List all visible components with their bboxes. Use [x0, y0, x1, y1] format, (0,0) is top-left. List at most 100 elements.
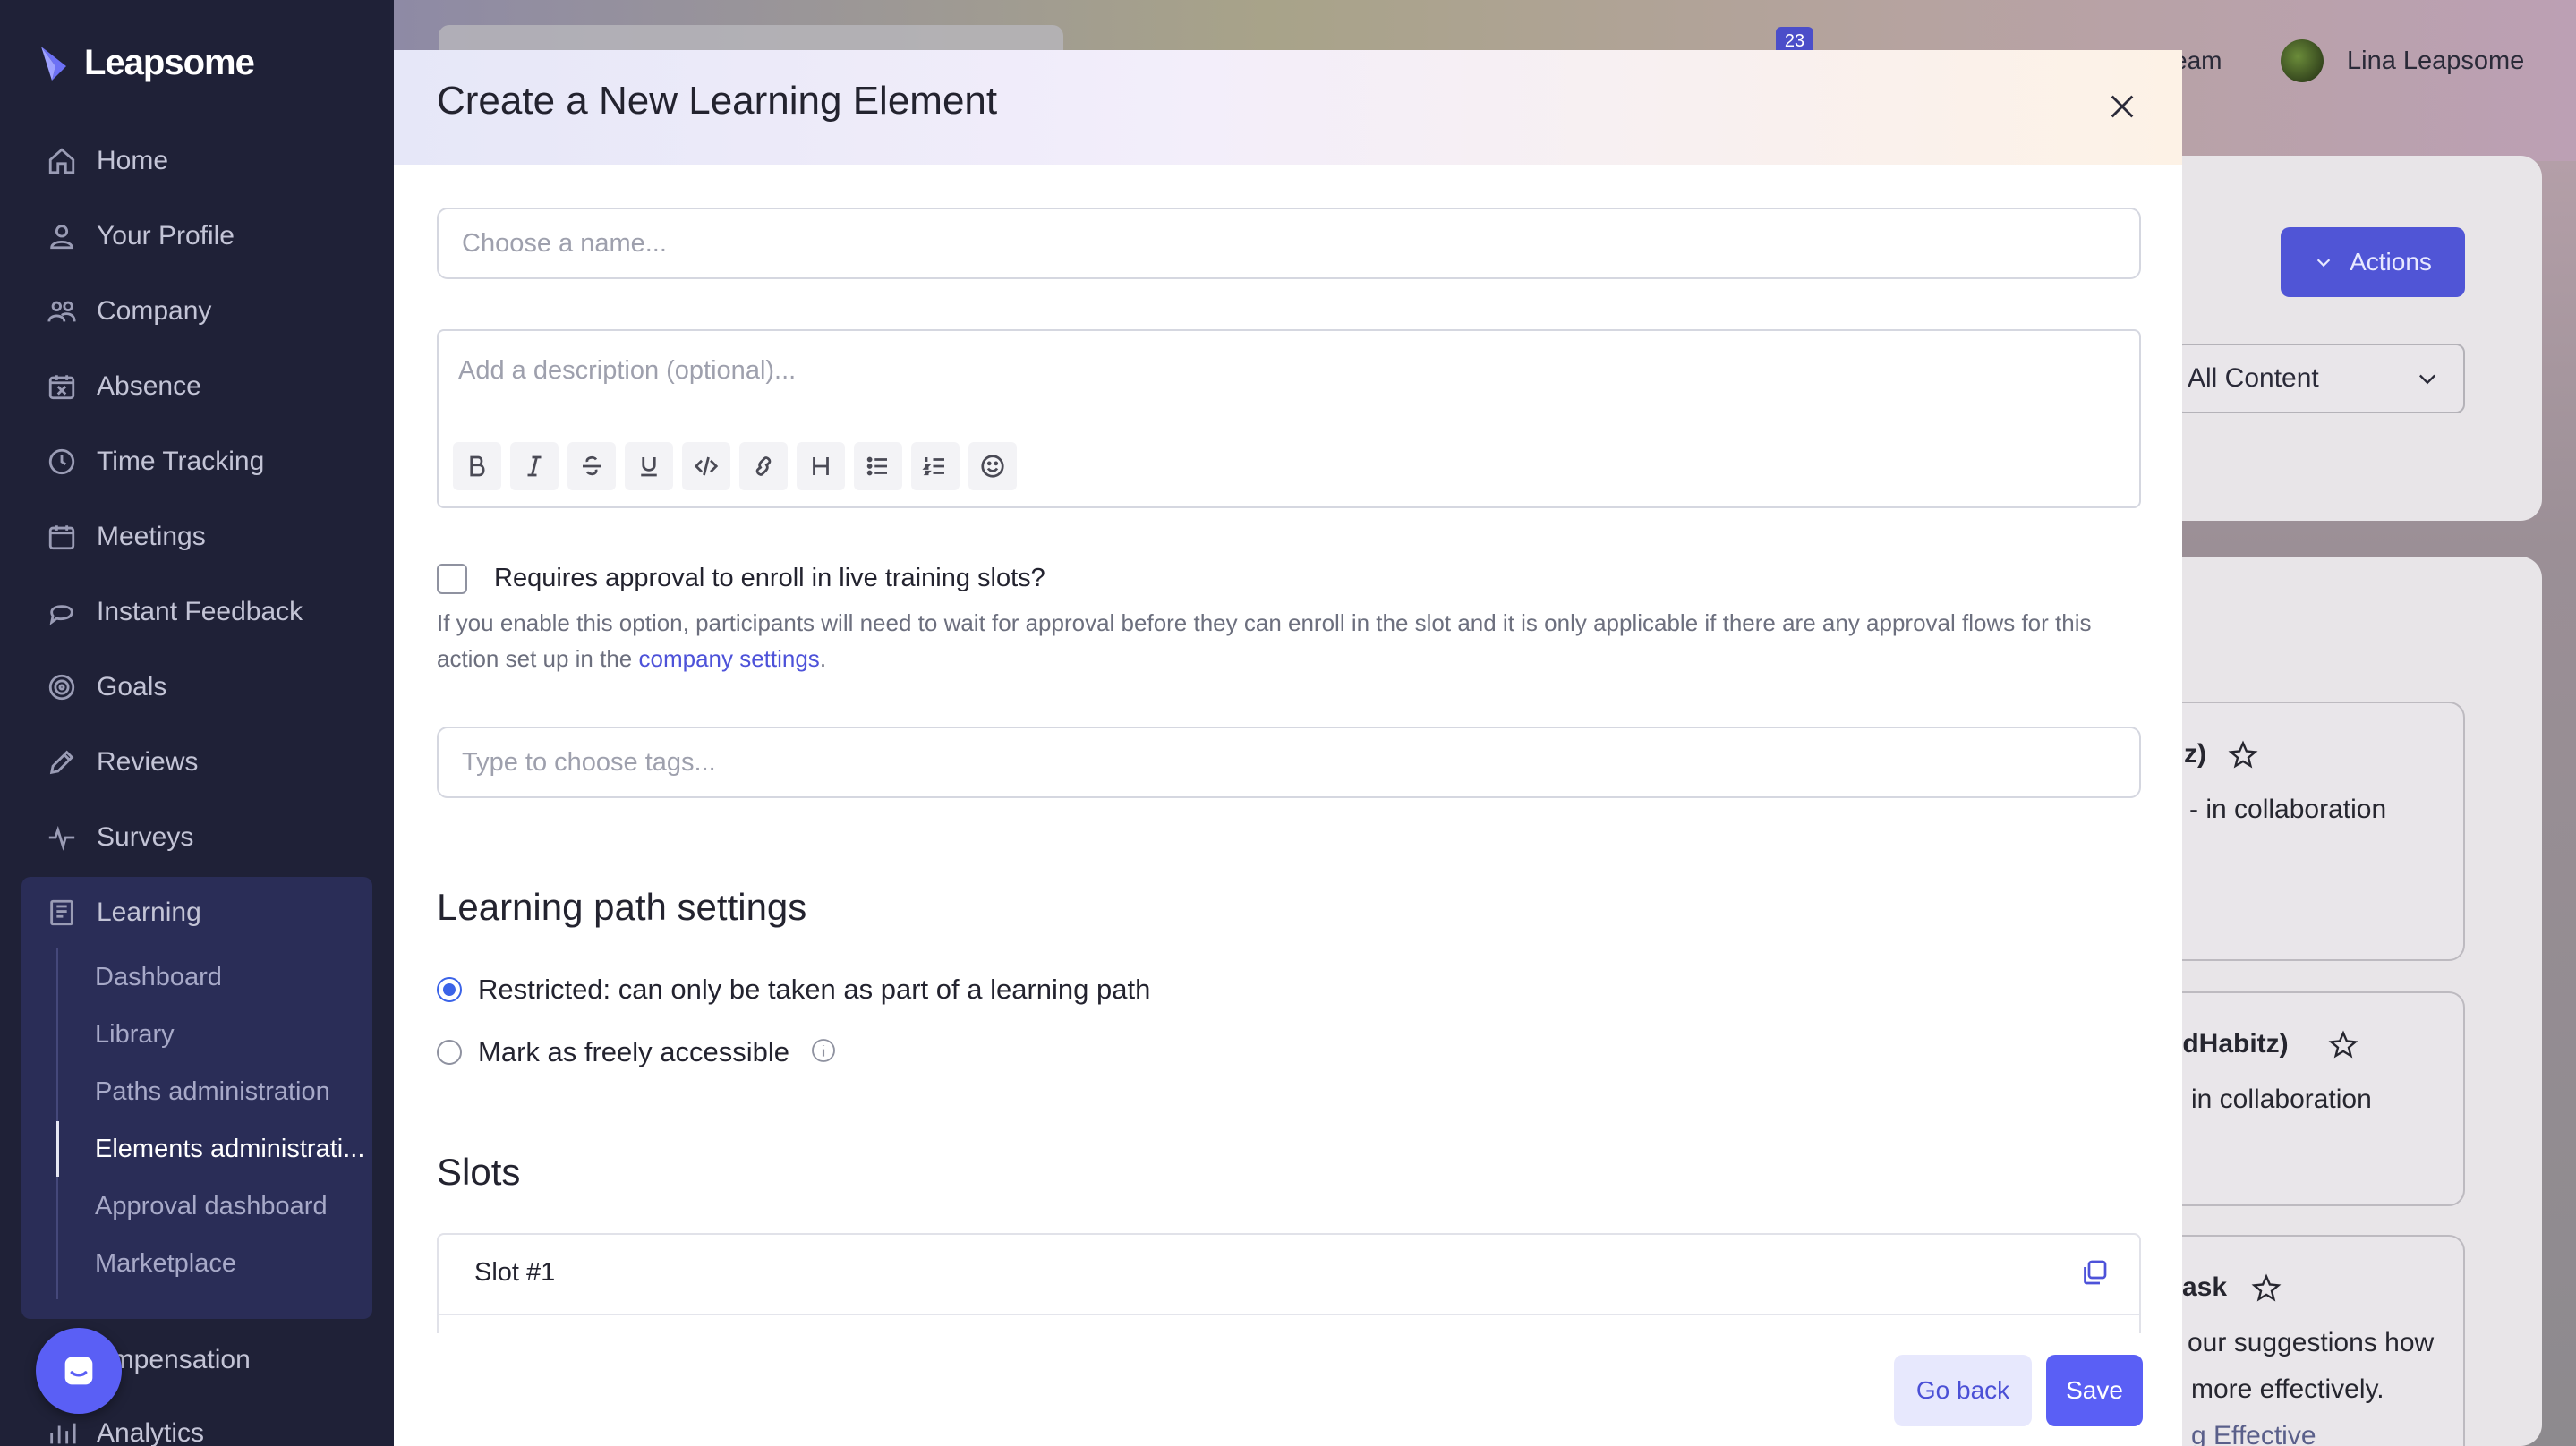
chart-icon — [50, 1423, 76, 1444]
description-editor[interactable]: Add a description (optional)... — [437, 329, 2141, 508]
avatar[interactable] — [2281, 39, 2324, 82]
slots-title: Slots — [437, 1151, 521, 1193]
company-settings-link[interactable]: company settings — [638, 645, 819, 672]
requires-approval-help: If you enable this option, participants … — [437, 605, 2146, 676]
tags-input-placeholder: Type to choose tags... — [462, 747, 716, 777]
link-icon — [755, 456, 772, 476]
sidebar-item-time-tracking[interactable]: Time Tracking — [47, 435, 264, 489]
sidebar-item-company[interactable]: Company — [47, 285, 211, 338]
slot-divider — [439, 1314, 2139, 1315]
content-filter-value: All Content — [2188, 363, 2319, 393]
modal-footer: Go back Save — [394, 1333, 2182, 1446]
freely-accessible-radio[interactable] — [437, 1040, 462, 1065]
freely-accessible-radio-label[interactable]: Mark as freely accessible — [478, 1036, 789, 1068]
list-item-subtitle: in collaboration — [2191, 1084, 2372, 1114]
chat-icon — [49, 605, 73, 625]
numbered-list-button[interactable] — [911, 442, 960, 490]
sidebar-item-label: Meetings — [97, 522, 206, 551]
sidebar: Leapsome Home Your Profile Company Absen… — [0, 0, 394, 1446]
sidebar-subitem-marketplace[interactable]: Marketplace — [95, 1241, 236, 1286]
strikethrough-button[interactable] — [567, 442, 616, 490]
list-item-link: g Effective — [2191, 1421, 2316, 1446]
copy-icon[interactable] — [2078, 1256, 2111, 1289]
actions-label: Actions — [2350, 248, 2432, 276]
code-button[interactable] — [682, 442, 730, 490]
modal-title: Create a New Learning Element — [437, 79, 998, 123]
user-name[interactable]: Lina Leapsome — [2347, 47, 2524, 76]
calendar-x-icon — [48, 375, 75, 400]
create-learning-element-modal: Create a New Learning Element Choose a n… — [394, 50, 2182, 1446]
clock-icon — [48, 448, 75, 475]
sidebar-item-label: Surveys — [97, 822, 194, 852]
sidebar-item-label: Company — [97, 296, 212, 326]
calendar-icon — [48, 525, 75, 550]
restricted-radio-label[interactable]: Restricted: can only be taken as part of… — [478, 974, 1150, 1006]
slot-title: Slot #1 — [474, 1258, 556, 1287]
list-item-title: ask — [2182, 1272, 2228, 1302]
close-button[interactable] — [2100, 84, 2145, 129]
app-name: Leapsome — [84, 43, 255, 82]
list-item-subtitle: - in collaboration — [2189, 795, 2387, 824]
star-icon[interactable] — [2250, 1272, 2282, 1305]
restricted-radio[interactable] — [437, 977, 462, 1002]
link-button[interactable] — [739, 442, 788, 490]
chat-widget-icon — [64, 1357, 93, 1385]
underline-icon — [641, 457, 657, 477]
sidebar-item-learning[interactable]: Learning — [47, 886, 201, 940]
sidebar-item-label: Goals — [97, 672, 167, 702]
requires-approval-label: Requires approval to enroll in live trai… — [494, 564, 1045, 592]
bullet-list-button[interactable] — [854, 442, 902, 490]
sidebar-item-goals[interactable]: Goals — [47, 660, 166, 714]
requires-approval-checkbox[interactable] — [437, 564, 467, 594]
sidebar-subitem-paths-administration[interactable]: Paths administration — [95, 1069, 330, 1114]
sidebar-subitem-elements-administration[interactable]: Elements administrati... — [95, 1127, 364, 1171]
sidebar-item-label: Analytics — [97, 1418, 205, 1446]
user-icon — [50, 225, 73, 250]
sidebar-item-label: Time Tracking — [97, 447, 265, 476]
underline-button[interactable] — [625, 442, 673, 490]
list-item[interactable] — [2166, 702, 2465, 961]
chevron-down-icon — [2316, 259, 2331, 268]
name-input[interactable]: Choose a name... — [437, 208, 2141, 279]
star-icon[interactable] — [2227, 739, 2259, 771]
sidebar-item-absence[interactable]: Absence — [47, 360, 201, 413]
star-icon[interactable] — [2327, 1029, 2359, 1061]
list-item-subtitle: our suggestions how — [2188, 1328, 2435, 1357]
go-back-button[interactable]: Go back — [1894, 1355, 2032, 1426]
sidebar-item-label: Reviews — [97, 747, 199, 777]
bold-button[interactable] — [453, 442, 501, 490]
italic-icon — [527, 455, 542, 477]
sidebar-item-meetings[interactable]: Meetings — [47, 510, 206, 564]
home-icon — [48, 148, 75, 174]
editor-toolbar — [453, 442, 1017, 490]
sidebar-item-surveys[interactable]: Surveys — [47, 811, 193, 864]
name-input-placeholder: Choose a name... — [462, 228, 667, 258]
list-item-title: z) — [2184, 739, 2206, 769]
support-chat-button[interactable] — [36, 1328, 122, 1414]
sidebar-item-home[interactable]: Home — [47, 134, 168, 188]
sidebar-subitem-dashboard[interactable]: Dashboard — [95, 955, 222, 999]
book-icon — [50, 899, 73, 926]
emoji-button[interactable] — [968, 442, 1017, 490]
content-filter-select[interactable]: All Content — [2175, 344, 2465, 413]
leapsome-logo[interactable]: Leapsome — [39, 43, 255, 83]
italic-button[interactable] — [510, 442, 559, 490]
code-icon — [694, 456, 719, 476]
numbered-list-icon — [922, 457, 944, 476]
sidebar-subitem-approval-dashboard[interactable]: Approval dashboard — [95, 1184, 328, 1229]
sidebar-item-instant-feedback[interactable]: Instant Feedback — [47, 585, 303, 639]
sidebar-subitem-library[interactable]: Library — [95, 1012, 175, 1057]
save-button[interactable]: Save — [2046, 1355, 2143, 1426]
close-icon — [2111, 95, 2134, 118]
info-icon[interactable] — [809, 1036, 838, 1065]
leapsome-bird-icon — [41, 46, 66, 81]
sidebar-item-your-profile[interactable]: Your Profile — [47, 209, 235, 263]
strikethrough-icon — [583, 455, 601, 476]
sidebar-item-reviews[interactable]: Reviews — [47, 736, 198, 789]
actions-button[interactable]: Actions — [2281, 227, 2465, 297]
tags-input[interactable]: Type to choose tags... — [437, 727, 2141, 798]
bullet-list-icon — [866, 456, 887, 476]
sidebar-item-label: Absence — [97, 371, 201, 401]
heading-button[interactable] — [797, 442, 845, 490]
list-item-title: odHabitz) — [2166, 1029, 2289, 1059]
